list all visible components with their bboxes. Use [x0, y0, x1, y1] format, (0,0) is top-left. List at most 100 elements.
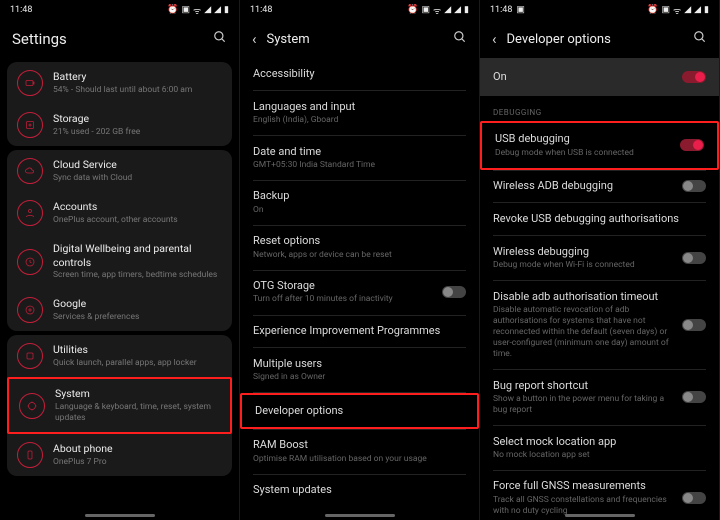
- dev-item[interactable]: Select mock location appNo mock location…: [480, 426, 719, 470]
- cloud-icon: [17, 158, 43, 184]
- gesture-bar: [85, 514, 155, 517]
- item-subtitle: Signed in as Owner: [253, 372, 466, 383]
- toggle[interactable]: [682, 319, 706, 331]
- status-icons: ⏰▣ᯤ◢◢▮: [407, 4, 469, 17]
- settings-item-phone[interactable]: About phoneOnePlus 7 Pro: [7, 434, 232, 476]
- developer-header: ‹ Developer options: [480, 20, 719, 58]
- search-icon[interactable]: [453, 30, 467, 48]
- dev-item[interactable]: Revoke USB debugging authorisations: [480, 203, 719, 235]
- item-title: Wireless ADB debugging: [493, 179, 676, 193]
- system-item[interactable]: Developer options: [240, 393, 479, 429]
- wellbeing-icon: [17, 249, 43, 275]
- item-subtitle: Optimise RAM utilisation based on your u…: [253, 454, 466, 465]
- dev-item[interactable]: Wireless debuggingDebug mode when Wi-Fi …: [480, 236, 719, 280]
- item-subtitle: 54% - Should last until about 6:00 am: [53, 85, 222, 96]
- system-pane: 11:48 ⏰▣ᯤ◢◢▮ ‹ System Accessibility Langu…: [240, 0, 480, 520]
- item-title: Accounts: [53, 200, 222, 214]
- status-icons: ⏰▣ᯤ◢◢▮: [167, 4, 229, 17]
- system-item[interactable]: Date and timeGMT+05:30 India Standard Ti…: [240, 136, 479, 180]
- item-title: About phone: [53, 442, 222, 456]
- account-icon: [17, 200, 43, 226]
- settings-header: Settings: [0, 20, 239, 58]
- master-toggle[interactable]: [682, 71, 706, 83]
- battery-icon: [17, 70, 43, 96]
- settings-item-cloud[interactable]: Cloud ServiceSync data with Cloud: [7, 150, 232, 192]
- item-subtitle: Quick launch, parallel apps, app locker: [53, 358, 222, 369]
- item-title: USB debugging: [495, 132, 674, 146]
- item-title: Storage: [53, 112, 222, 126]
- item-title: Accessibility: [253, 67, 466, 81]
- toggle[interactable]: [682, 252, 706, 264]
- item-title: Wireless debugging: [493, 245, 676, 259]
- dev-item[interactable]: Wireless ADB debugging: [480, 170, 719, 202]
- search-icon[interactable]: [693, 30, 707, 48]
- item-title: Reset options: [253, 234, 466, 248]
- dev-item[interactable]: Bug report shortcutShow a button in the …: [480, 370, 719, 425]
- item-subtitle: No mock location app set: [493, 450, 706, 461]
- developer-list[interactable]: OnDEBUGGINGUSB debuggingDebug mode when …: [480, 58, 719, 520]
- settings-group: Battery54% - Should last until about 6:0…: [7, 62, 232, 146]
- system-item[interactable]: Accessibility: [240, 58, 479, 90]
- section-label: DEBUGGING: [480, 100, 719, 121]
- item-title: Developer options: [255, 404, 464, 418]
- page-title: System: [267, 32, 443, 47]
- toggle[interactable]: [682, 180, 706, 192]
- item-subtitle: 21% used - 202 GB free: [53, 127, 222, 138]
- item-title: Backup: [253, 189, 466, 203]
- system-item[interactable]: Experience Improvement Programmes: [240, 315, 479, 347]
- item-subtitle: OnePlus 7 Pro: [53, 457, 222, 468]
- settings-group: Cloud ServiceSync data with CloudAccount…: [7, 150, 232, 331]
- search-icon[interactable]: [213, 30, 227, 48]
- system-item[interactable]: OTG StorageTurn off after 10 minutes of …: [240, 270, 479, 314]
- settings-item-battery[interactable]: Battery54% - Should last until about 6:0…: [7, 62, 232, 104]
- system-item[interactable]: Multiple usersSigned in as Owner: [240, 348, 479, 392]
- toggle[interactable]: [442, 286, 466, 298]
- item-title: OTG Storage: [253, 279, 442, 293]
- settings-item-account[interactable]: AccountsOnePlus account, other accounts: [7, 192, 232, 234]
- page-title: Developer options: [507, 32, 683, 47]
- item-title: Date and time: [253, 145, 466, 159]
- status-time: 11:48: [10, 5, 32, 15]
- toggle[interactable]: [682, 492, 706, 504]
- item-subtitle: Debug mode when Wi-Fi is connected: [493, 260, 676, 271]
- system-item[interactable]: Reset optionsNetwork, apps or device can…: [240, 225, 479, 269]
- settings-list[interactable]: Battery54% - Should last until about 6:0…: [0, 58, 239, 520]
- system-header: ‹ System: [240, 20, 479, 58]
- system-item[interactable]: Languages and inputEnglish (India), Gboa…: [240, 91, 479, 135]
- toggle[interactable]: [682, 391, 706, 403]
- item-subtitle: Show a button in the power menu for taki…: [493, 394, 676, 416]
- page-title: Settings: [12, 30, 203, 48]
- dev-item[interactable]: Disable adb authorisation timeoutDisable…: [480, 281, 719, 370]
- settings-item-storage[interactable]: Storage21% used - 202 GB free: [7, 104, 232, 146]
- master-toggle-row[interactable]: On: [480, 58, 719, 96]
- back-icon[interactable]: ‹: [252, 30, 257, 48]
- item-subtitle: Screen time, app timers, bedtime schedul…: [53, 270, 222, 281]
- developer-options-pane: 11:48▣ ⏰▣ᯤ◢◢▮ ‹ Developer options OnDEBU…: [480, 0, 720, 520]
- item-title: Force full GNSS measurements: [493, 479, 676, 493]
- status-time: 11:48: [250, 5, 272, 15]
- settings-item-google[interactable]: GoogleServices & preferences: [7, 289, 232, 331]
- item-title: RAM Boost: [253, 438, 466, 452]
- gesture-bar: [565, 514, 635, 517]
- system-item[interactable]: System updates: [240, 474, 479, 506]
- settings-item-util[interactable]: UtilitiesQuick launch, parallel apps, ap…: [7, 335, 232, 377]
- system-list[interactable]: Accessibility Languages and inputEnglish …: [240, 58, 479, 520]
- item-subtitle: On: [253, 205, 466, 216]
- dev-item[interactable]: Force full GNSS measurementsTrack all GN…: [480, 470, 719, 520]
- toggle[interactable]: [680, 139, 704, 151]
- item-title: System updates: [253, 483, 466, 497]
- item-title: Digital Wellbeing and parental controls: [53, 242, 222, 269]
- google-icon: [17, 297, 43, 323]
- settings-item-system[interactable]: SystemLanguage & keyboard, time, reset, …: [7, 377, 232, 434]
- storage-icon: [17, 112, 43, 138]
- item-title: Disable adb authorisation timeout: [493, 290, 676, 304]
- item-title: Select mock location app: [493, 435, 706, 449]
- system-item[interactable]: RAM Boost Optimise RAM utilisation based …: [240, 429, 479, 473]
- system-item[interactable]: Backup On: [240, 180, 479, 224]
- settings-item-wellbeing[interactable]: Digital Wellbeing and parental controlsS…: [7, 234, 232, 289]
- back-icon[interactable]: ‹: [492, 30, 497, 48]
- settings-group: UtilitiesQuick launch, parallel apps, ap…: [7, 335, 232, 476]
- item-title: Google: [53, 297, 222, 311]
- util-icon: [17, 343, 43, 369]
- dev-item[interactable]: USB debuggingDebug mode when USB is conn…: [480, 121, 719, 169]
